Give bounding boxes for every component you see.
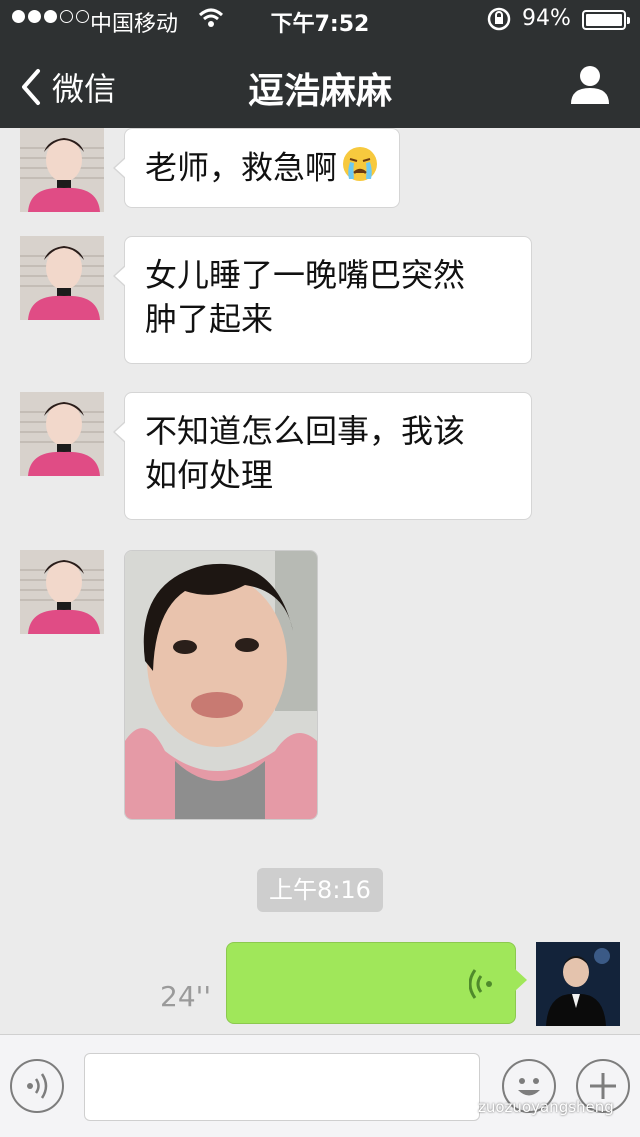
message-bubble[interactable]: 女儿睡了一晚嘴巴突然 肿了起来 xyxy=(113,236,532,364)
input-bar xyxy=(0,1034,640,1137)
contact-avatar[interactable] xyxy=(20,128,104,212)
battery-percent: 94% xyxy=(522,6,571,31)
nav-bar: 微信 逗浩麻麻 xyxy=(0,40,640,128)
message-text: 老师，救急啊 xyxy=(145,148,338,187)
voice-duration: 24'' xyxy=(160,980,212,1013)
photo-message[interactable] xyxy=(124,550,318,820)
timestamp-chip: 上午8:16 xyxy=(257,868,383,912)
battery-icon xyxy=(582,10,630,30)
contact-avatar[interactable] xyxy=(20,236,104,320)
chat-title: 逗浩麻麻 xyxy=(247,71,392,112)
message-text-line: 女儿睡了一晚嘴巴突然 xyxy=(145,256,466,294)
message-bubble[interactable]: 老师，救急啊 xyxy=(112,128,401,208)
crying-face-icon xyxy=(341,145,379,194)
message-text-line: 不知道怎么回事，我该 xyxy=(145,412,466,450)
person-icon[interactable] xyxy=(568,62,612,106)
voice-icon[interactable] xyxy=(10,1059,64,1113)
voice-message-bubble[interactable] xyxy=(226,942,527,1024)
status-bar: 中国移动 下午7:52 94% xyxy=(0,0,640,40)
message-text-line: 如何处理 xyxy=(145,456,274,494)
message-text-line: 肿了起来 xyxy=(145,300,274,338)
contact-avatar[interactable] xyxy=(20,550,104,634)
rotation-lock-icon xyxy=(486,6,512,38)
message-input[interactable] xyxy=(84,1053,480,1121)
wechat-logo-icon xyxy=(452,1096,474,1118)
chat-area[interactable]: 老师，救急啊 女儿睡了一晚嘴巴突然 肿了起来 不知道怎么回事，我该 如何处理 上… xyxy=(0,128,640,1034)
my-avatar[interactable] xyxy=(536,942,620,1026)
message-bubble[interactable]: 不知道怎么回事，我该 如何处理 xyxy=(113,392,532,520)
watermark: zuozuoyangsheng xyxy=(452,1096,614,1118)
contact-avatar[interactable] xyxy=(20,392,104,476)
voice-wave-icon xyxy=(468,967,495,1005)
watermark-text: zuozuoyangsheng xyxy=(478,1098,614,1116)
